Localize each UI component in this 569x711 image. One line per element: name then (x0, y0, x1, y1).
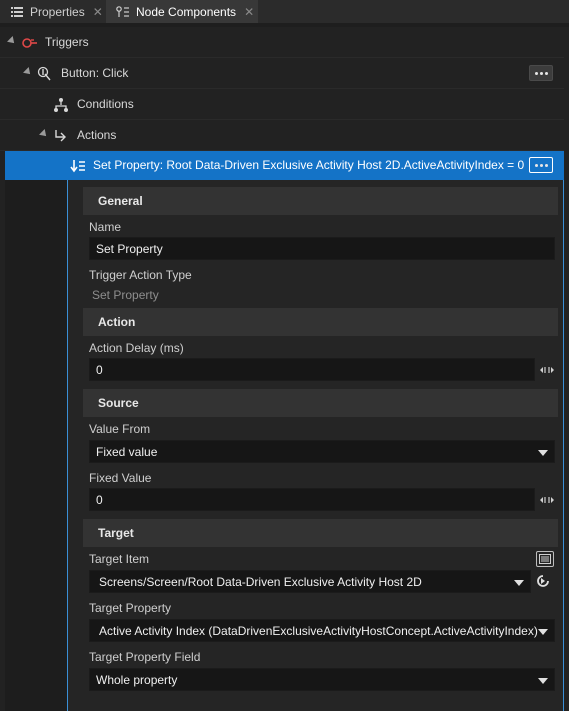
chevron-down-icon (538, 450, 548, 456)
node-components-icon (116, 5, 130, 19)
close-icon[interactable]: ✕ (244, 5, 254, 19)
section-title: Action (98, 315, 136, 329)
tab-node-components-label: Node Components (136, 4, 237, 19)
tab-bar: Properties ✕ Node Components ✕ (0, 0, 569, 23)
chevron-down-icon (514, 580, 524, 586)
trigger-action-type-label: Trigger Action Type (89, 268, 192, 282)
drag-adjust-icon[interactable] (538, 492, 556, 508)
tree-item-actions[interactable]: Actions (0, 120, 564, 151)
conditions-icon (53, 97, 69, 113)
section-target: Target (83, 519, 558, 547)
more-options-button[interactable] (529, 65, 553, 81)
node-picker-icon[interactable] (536, 551, 554, 567)
section-title: General (98, 194, 143, 208)
trigger-action-type-value: Set Property (92, 288, 159, 302)
tab-properties[interactable]: Properties ✕ (0, 0, 104, 23)
section-title: Target (98, 526, 134, 540)
section-source: Source (83, 389, 558, 417)
tree-item-set-property[interactable]: Set Property: Root Data-Driven Exclusive… (5, 151, 564, 180)
value-from-label: Value From (89, 422, 151, 436)
section-general: General (83, 187, 558, 215)
tree-item-button-click[interactable]: Button: Click (0, 58, 564, 89)
expand-arrow-icon[interactable] (23, 67, 33, 77)
target-property-value: Active Activity Index (DataDrivenExclusi… (99, 623, 538, 638)
tree-item-label: Button: Click (61, 66, 129, 80)
expand-arrow-icon[interactable] (7, 36, 17, 46)
fixed-value-label: Fixed Value (89, 471, 152, 485)
target-item-value: Screens/Screen/Root Data-Driven Exclusiv… (99, 574, 422, 589)
expand-arrow-icon[interactable] (39, 129, 49, 139)
target-item-dropdown[interactable]: Screens/Screen/Root Data-Driven Exclusiv… (89, 570, 531, 593)
chevron-down-icon (538, 678, 548, 684)
target-property-label: Target Property (89, 601, 172, 615)
set-property-panel: General Name Set Property Trigger Action… (67, 180, 564, 711)
section-title: Source (98, 396, 139, 410)
close-icon[interactable]: ✕ (93, 5, 103, 19)
section-action: Action (83, 308, 558, 336)
action-delay-label: Action Delay (ms) (89, 341, 184, 355)
fixed-value-field[interactable]: 0 (89, 488, 535, 511)
target-property-field-value: Whole property (96, 672, 178, 687)
indent-gutter (5, 180, 67, 711)
tree-item-triggers[interactable]: Triggers (0, 27, 564, 58)
value-from-dropdown[interactable]: Fixed value (89, 440, 555, 463)
target-property-field-label: Target Property Field (89, 650, 201, 664)
tab-node-components[interactable]: Node Components ✕ (106, 0, 258, 23)
actions-icon (53, 128, 69, 144)
tree-item-label: Conditions (77, 97, 134, 111)
value-from-selected: Fixed value (96, 444, 158, 459)
action-delay-field[interactable]: 0 (89, 358, 535, 381)
go-to-target-icon[interactable] (534, 573, 552, 589)
button-click-icon (37, 66, 53, 82)
tree-item-label: Actions (77, 128, 117, 142)
properties-list-icon (10, 5, 24, 19)
name-field[interactable]: Set Property (89, 237, 555, 260)
trigger-icon (22, 35, 38, 51)
more-options-button[interactable] (529, 157, 553, 173)
tab-properties-label: Properties (30, 4, 85, 19)
target-property-dropdown[interactable]: Active Activity Index (DataDrivenExclusi… (89, 619, 555, 642)
chevron-down-icon (538, 629, 548, 635)
set-property-icon (70, 158, 86, 174)
tree-item-label: Triggers (45, 35, 89, 49)
name-label: Name (89, 220, 122, 234)
tree-item-label: Set Property: Root Data-Driven Exclusive… (93, 158, 525, 172)
target-item-label: Target Item (89, 552, 150, 566)
target-property-field-dropdown[interactable]: Whole property (89, 668, 555, 691)
tree-item-conditions[interactable]: Conditions (0, 89, 564, 120)
drag-adjust-icon[interactable] (538, 362, 556, 378)
